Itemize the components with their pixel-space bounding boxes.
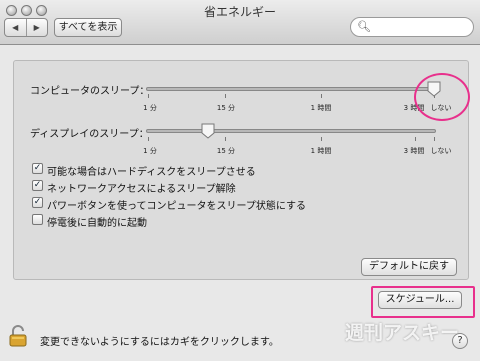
title-bar: 省エネルギー ◀ ▶ すべてを表示 🔍︎ (0, 0, 480, 45)
checkbox-hard-disk-sleep[interactable]: ✓ (32, 163, 43, 174)
option-label: 停電後に自動的に起動 (47, 218, 147, 229)
show-all-button[interactable]: すべてを表示 (54, 18, 122, 37)
tick-label: 15 分 (216, 104, 236, 112)
checkbox-power-button-sleep[interactable]: ✓ (32, 197, 43, 208)
option-label: ネットワークアクセスによるスリープ解除 (47, 184, 236, 195)
forward-icon[interactable]: ▶ (25, 19, 48, 36)
display-sleep-slider[interactable] (146, 129, 436, 133)
tick-label: 15 分 (216, 147, 236, 155)
computer-sleep-label: コンピュータのスリープ： (30, 86, 150, 97)
search-input[interactable]: 🔍︎ (350, 17, 474, 37)
tick-label: 1 時間 (310, 147, 332, 155)
tick-label: 1 分 (143, 104, 157, 112)
restore-defaults-button[interactable]: デフォルトに戻す (361, 258, 457, 276)
display-sleep-label: ディスプレイのスリープ： (30, 129, 149, 140)
highlight-box (371, 286, 475, 318)
option-label: 可能な場合はハードディスクをスリープさせる (47, 167, 256, 178)
watermark: 週刊アスキー (345, 322, 460, 344)
nav-buttons: ◀ ▶ (4, 18, 48, 37)
back-icon[interactable]: ◀ (5, 19, 26, 36)
option-label: パワーボタンを使ってコンピュータをスリープ状態にする (47, 201, 306, 212)
display-sleep-slider-thumb[interactable] (201, 123, 215, 139)
highlight-circle (414, 73, 470, 121)
lock-icon[interactable] (9, 325, 27, 347)
tick-label: 1 時間 (310, 104, 332, 112)
tick-label: 1 分 (143, 147, 157, 155)
lock-text: 変更できないようにするにはカギをクリックします。 (40, 337, 279, 348)
checkbox-network-wake[interactable]: ✓ (32, 180, 43, 191)
search-icon: 🔍︎ (357, 20, 371, 33)
help-button[interactable]: ? (452, 333, 468, 349)
tick-label: 3 時間 (403, 147, 425, 155)
tick-label: しない (430, 147, 452, 155)
checkbox-auto-restart[interactable] (32, 214, 43, 225)
computer-sleep-slider[interactable] (146, 87, 436, 91)
